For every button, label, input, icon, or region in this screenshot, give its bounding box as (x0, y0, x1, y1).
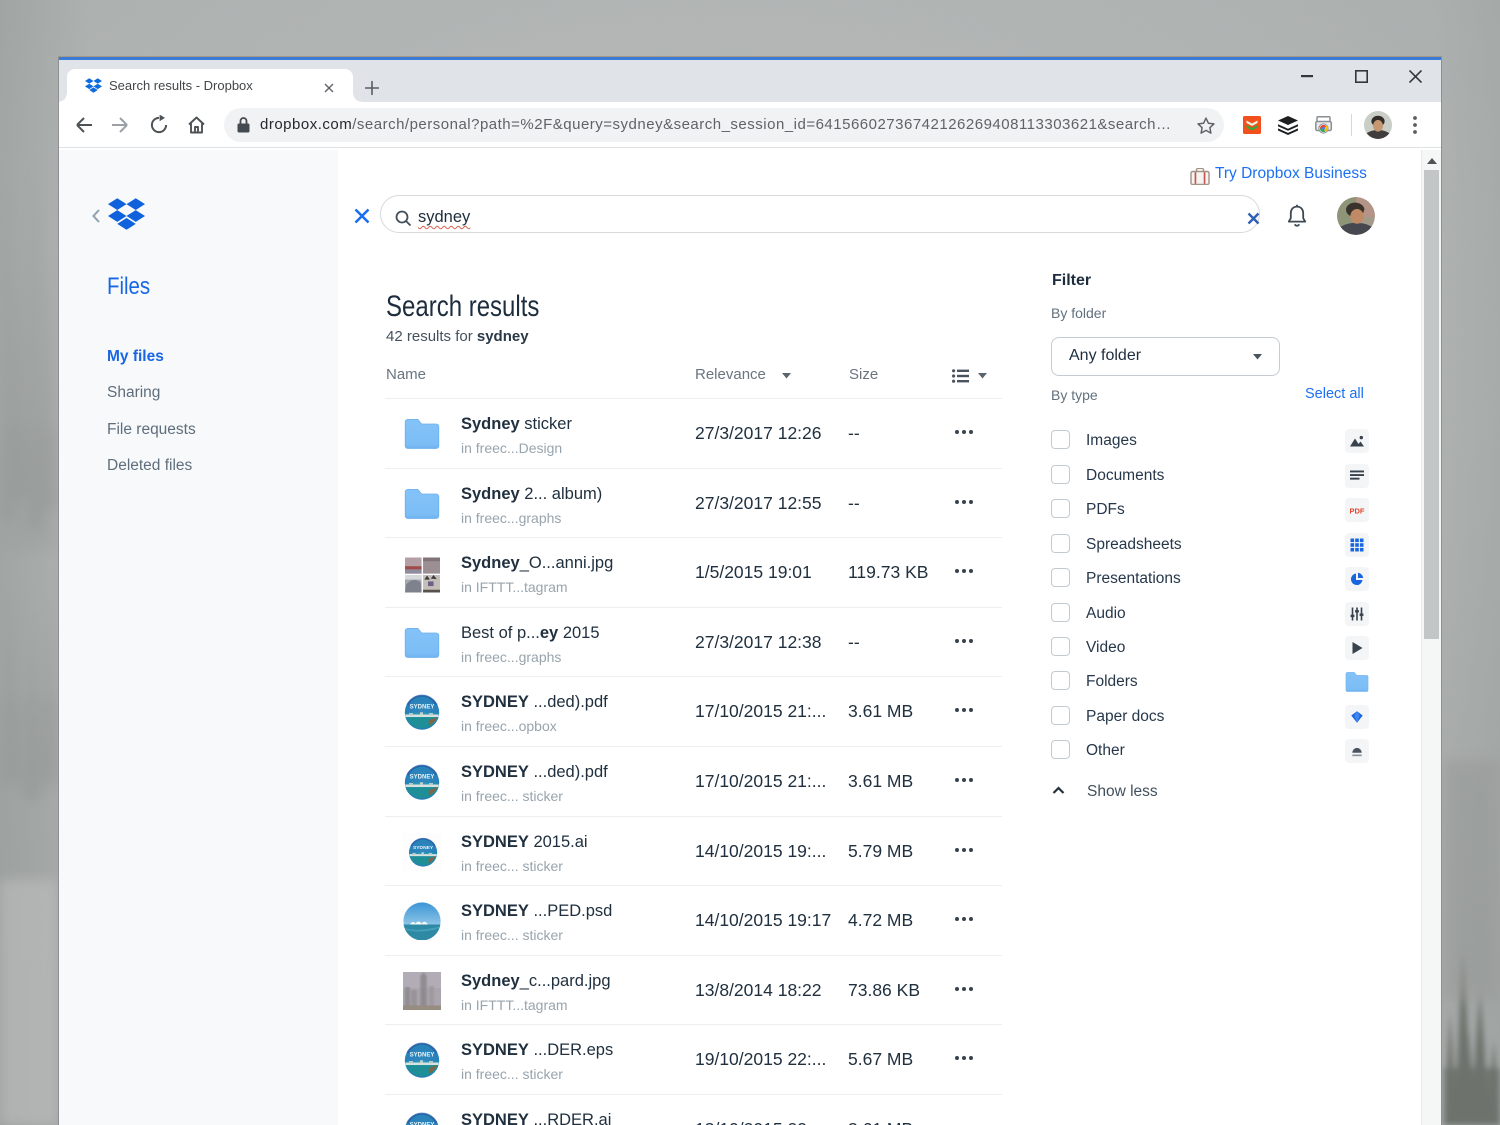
svg-text:PDF: PDF (1350, 506, 1365, 515)
